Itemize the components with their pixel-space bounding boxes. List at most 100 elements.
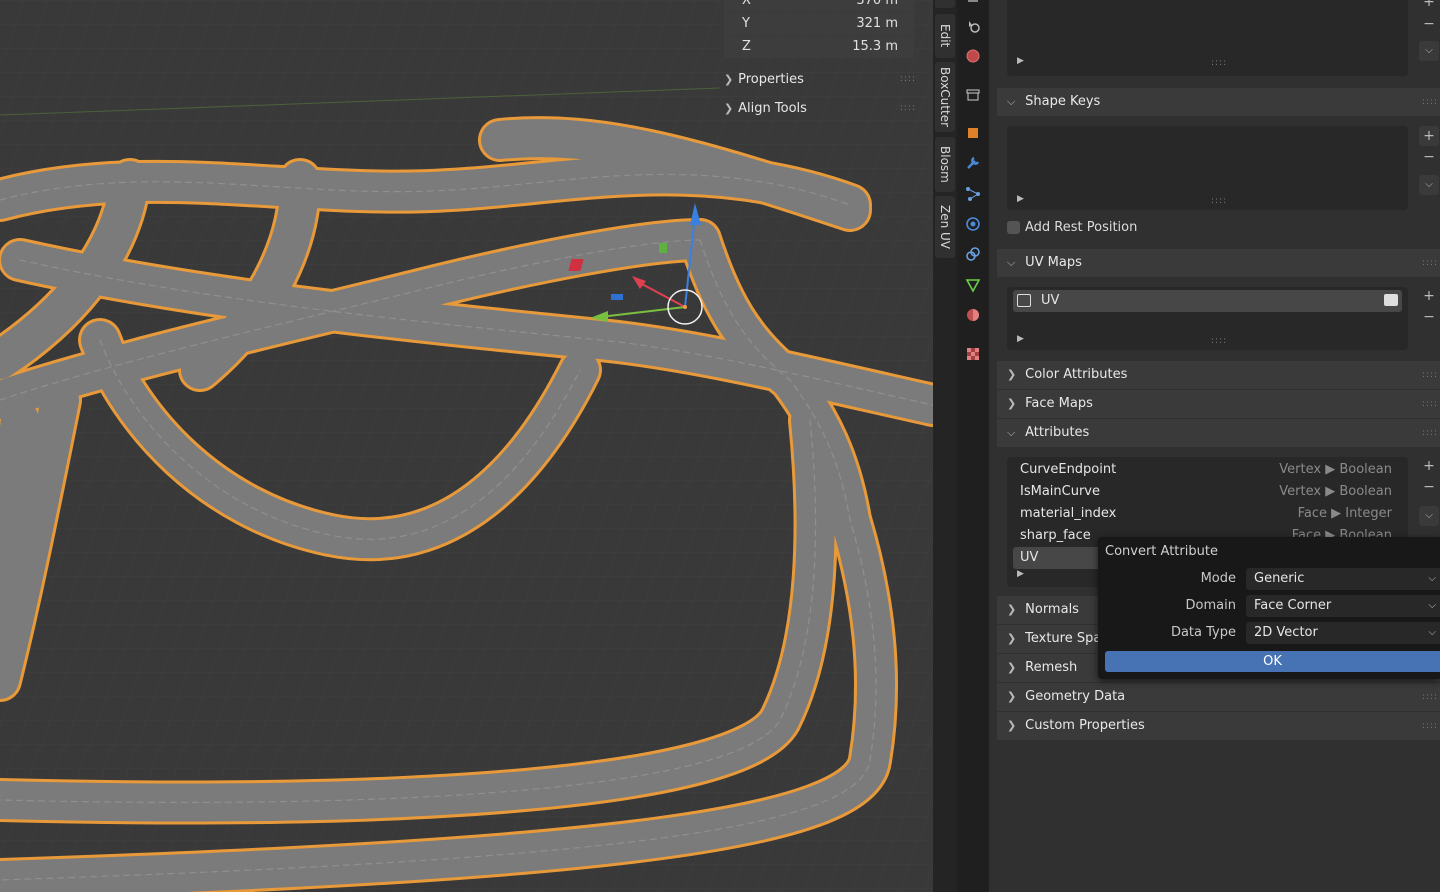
attribute-name: CurveEndpoint — [1020, 462, 1117, 477]
checkbox-icon[interactable] — [1007, 221, 1020, 234]
attributes-label: Attributes — [1025, 425, 1090, 440]
texture-icon[interactable] — [963, 344, 983, 364]
tab-edit[interactable]: Edit — [935, 14, 955, 58]
chevron-right-icon: ❯ — [724, 102, 734, 115]
material-icon[interactable] — [963, 305, 983, 325]
convert-attribute-popup: Convert Attribute Mode Generic ⌵ Domain … — [1098, 537, 1440, 679]
uv-maps-header[interactable]: ⌵ UV Maps :::: — [997, 249, 1440, 277]
drag-handle-icon[interactable]: :::: — [1422, 390, 1438, 418]
remove-icon[interactable]: − — [1419, 307, 1439, 327]
physics-icon[interactable] — [963, 214, 983, 234]
viewport-scene[interactable] — [0, 0, 933, 892]
list-item[interactable]: IsMainCurve Vertex ▶ Boolean — [1013, 481, 1402, 503]
chevron-right-icon: ❯ — [1007, 690, 1017, 703]
drag-handle-icon[interactable]: :::: — [900, 74, 916, 84]
list-item[interactable]: CurveEndpoint Vertex ▶ Boolean — [1013, 459, 1402, 481]
location-y-field[interactable]: Y 321 m — [724, 13, 914, 35]
domain-dropdown[interactable]: Face Corner ⌵ — [1246, 595, 1440, 617]
chevron-down-icon[interactable]: ⌵ — [1419, 41, 1439, 61]
align-tools-panel-label: Align Tools — [738, 101, 807, 116]
location-x-label: X — [742, 0, 751, 8]
sidebar-tabs: Edit BoxCutter Blosm Zen UV — [933, 0, 957, 892]
drag-handle-icon[interactable]: :::: — [900, 103, 916, 113]
3d-viewport[interactable]: X 370 m Y 321 m Z 15.3 m ❯ Properties ::… — [0, 0, 933, 892]
object-icon[interactable] — [963, 123, 983, 143]
color-attributes-header[interactable]: ❯ Color Attributes :::: — [997, 361, 1440, 389]
data-icon[interactable] — [963, 275, 983, 295]
mode-value: Generic — [1254, 571, 1305, 586]
chevron-right-icon: ❯ — [1007, 603, 1017, 616]
align-tools-panel-header[interactable]: ❯ Align Tools :::: — [724, 101, 918, 121]
expand-triangle-icon[interactable]: ▶ — [1017, 334, 1024, 344]
add-icon[interactable]: + — [1419, 456, 1439, 476]
popup-title: Convert Attribute — [1105, 544, 1218, 559]
shape-keys-list[interactable]: ▶ :::: — [1007, 126, 1408, 210]
vertex-groups-list[interactable]: ▶ :::: — [1007, 0, 1408, 76]
scene-icon[interactable] — [963, 16, 983, 36]
add-icon[interactable]: + — [1419, 126, 1439, 146]
location-z-value: 15.3 m — [852, 39, 898, 54]
location-z-label: Z — [742, 39, 751, 54]
world-icon[interactable] — [963, 46, 983, 66]
tool-icon[interactable] — [963, 0, 983, 14]
uv-maps-list[interactable]: UV ▶ :::: — [1007, 287, 1408, 350]
data-type-dropdown[interactable]: 2D Vector ⌵ — [1246, 622, 1440, 644]
properties-panel-header[interactable]: ❯ Properties :::: — [724, 72, 918, 92]
geometry-data-label: Geometry Data — [1025, 689, 1126, 704]
shape-keys-header[interactable]: ⌵ Shape Keys :::: — [997, 88, 1440, 116]
tab-boxcutter[interactable]: BoxCutter — [935, 62, 955, 132]
ok-button[interactable]: OK — [1105, 651, 1440, 672]
particles-icon[interactable] — [963, 184, 983, 204]
resize-grip-icon[interactable]: :::: — [1211, 336, 1227, 346]
drag-handle-icon[interactable]: :::: — [1422, 712, 1438, 740]
drag-handle-icon[interactable]: :::: — [1422, 88, 1438, 116]
attributes-header[interactable]: ⌵ Attributes :::: — [997, 419, 1440, 447]
add-icon[interactable]: + — [1419, 0, 1439, 12]
uv-map-icon — [1017, 294, 1031, 307]
location-x-value: 370 m — [856, 0, 898, 8]
constraints-icon[interactable] — [963, 244, 983, 264]
list-item[interactable]: UV — [1013, 290, 1402, 312]
chevron-right-icon: ❯ — [1007, 397, 1017, 410]
custom-properties-header[interactable]: ❯ Custom Properties :::: — [997, 712, 1440, 740]
tab-blosm[interactable]: Blosm — [935, 137, 955, 192]
location-x-field[interactable]: X 370 m — [724, 0, 914, 12]
chevron-down-icon: ⌵ — [1428, 600, 1436, 611]
attribute-name: material_index — [1020, 506, 1117, 521]
expand-triangle-icon[interactable]: ▶ — [1017, 56, 1024, 66]
mode-dropdown[interactable]: Generic ⌵ — [1246, 568, 1440, 590]
remove-icon[interactable]: − — [1419, 147, 1439, 167]
chevron-right-icon: ❯ — [1007, 661, 1017, 674]
add-icon[interactable]: + — [1419, 286, 1439, 306]
expand-triangle-icon[interactable]: ▶ — [1017, 569, 1024, 579]
drag-handle-icon[interactable]: :::: — [1422, 419, 1438, 447]
camera-icon[interactable] — [1384, 294, 1398, 306]
chevron-down-icon[interactable]: ⌵ — [1419, 506, 1439, 526]
drag-handle-icon[interactable]: :::: — [1422, 683, 1438, 711]
transform-readout: X 370 m Y 321 m Z 15.3 m — [724, 0, 914, 58]
location-z-field[interactable]: Z 15.3 m — [724, 36, 914, 58]
tab-zen-uv[interactable]: Zen UV — [935, 196, 955, 258]
tab-hidden[interactable] — [935, 0, 955, 8]
remove-icon[interactable]: − — [1419, 14, 1439, 34]
chevron-down-icon: ⌵ — [1007, 426, 1016, 439]
collection-icon[interactable] — [963, 85, 983, 105]
resize-grip-icon[interactable]: :::: — [1211, 196, 1227, 206]
attribute-name: sharp_face — [1020, 528, 1091, 543]
remesh-label: Remesh — [1025, 660, 1078, 675]
geometry-data-header[interactable]: ❯ Geometry Data :::: — [997, 683, 1440, 711]
remove-icon[interactable]: − — [1419, 477, 1439, 497]
face-maps-header[interactable]: ❯ Face Maps :::: — [997, 390, 1440, 418]
attribute-name: IsMainCurve — [1020, 484, 1100, 499]
drag-handle-icon[interactable]: :::: — [1422, 361, 1438, 389]
list-item[interactable]: material_index Face ▶ Integer — [1013, 503, 1402, 525]
modifier-icon[interactable] — [963, 153, 983, 173]
chevron-down-icon: ⌵ — [1007, 256, 1016, 269]
resize-grip-icon[interactable]: :::: — [1211, 58, 1227, 68]
face-maps-label: Face Maps — [1025, 396, 1093, 411]
chevron-down-icon[interactable]: ⌵ — [1419, 175, 1439, 195]
drag-handle-icon[interactable]: :::: — [1422, 249, 1438, 277]
properties-tabs — [957, 0, 989, 892]
domain-value: Face Corner — [1254, 598, 1332, 613]
expand-triangle-icon[interactable]: ▶ — [1017, 194, 1024, 204]
